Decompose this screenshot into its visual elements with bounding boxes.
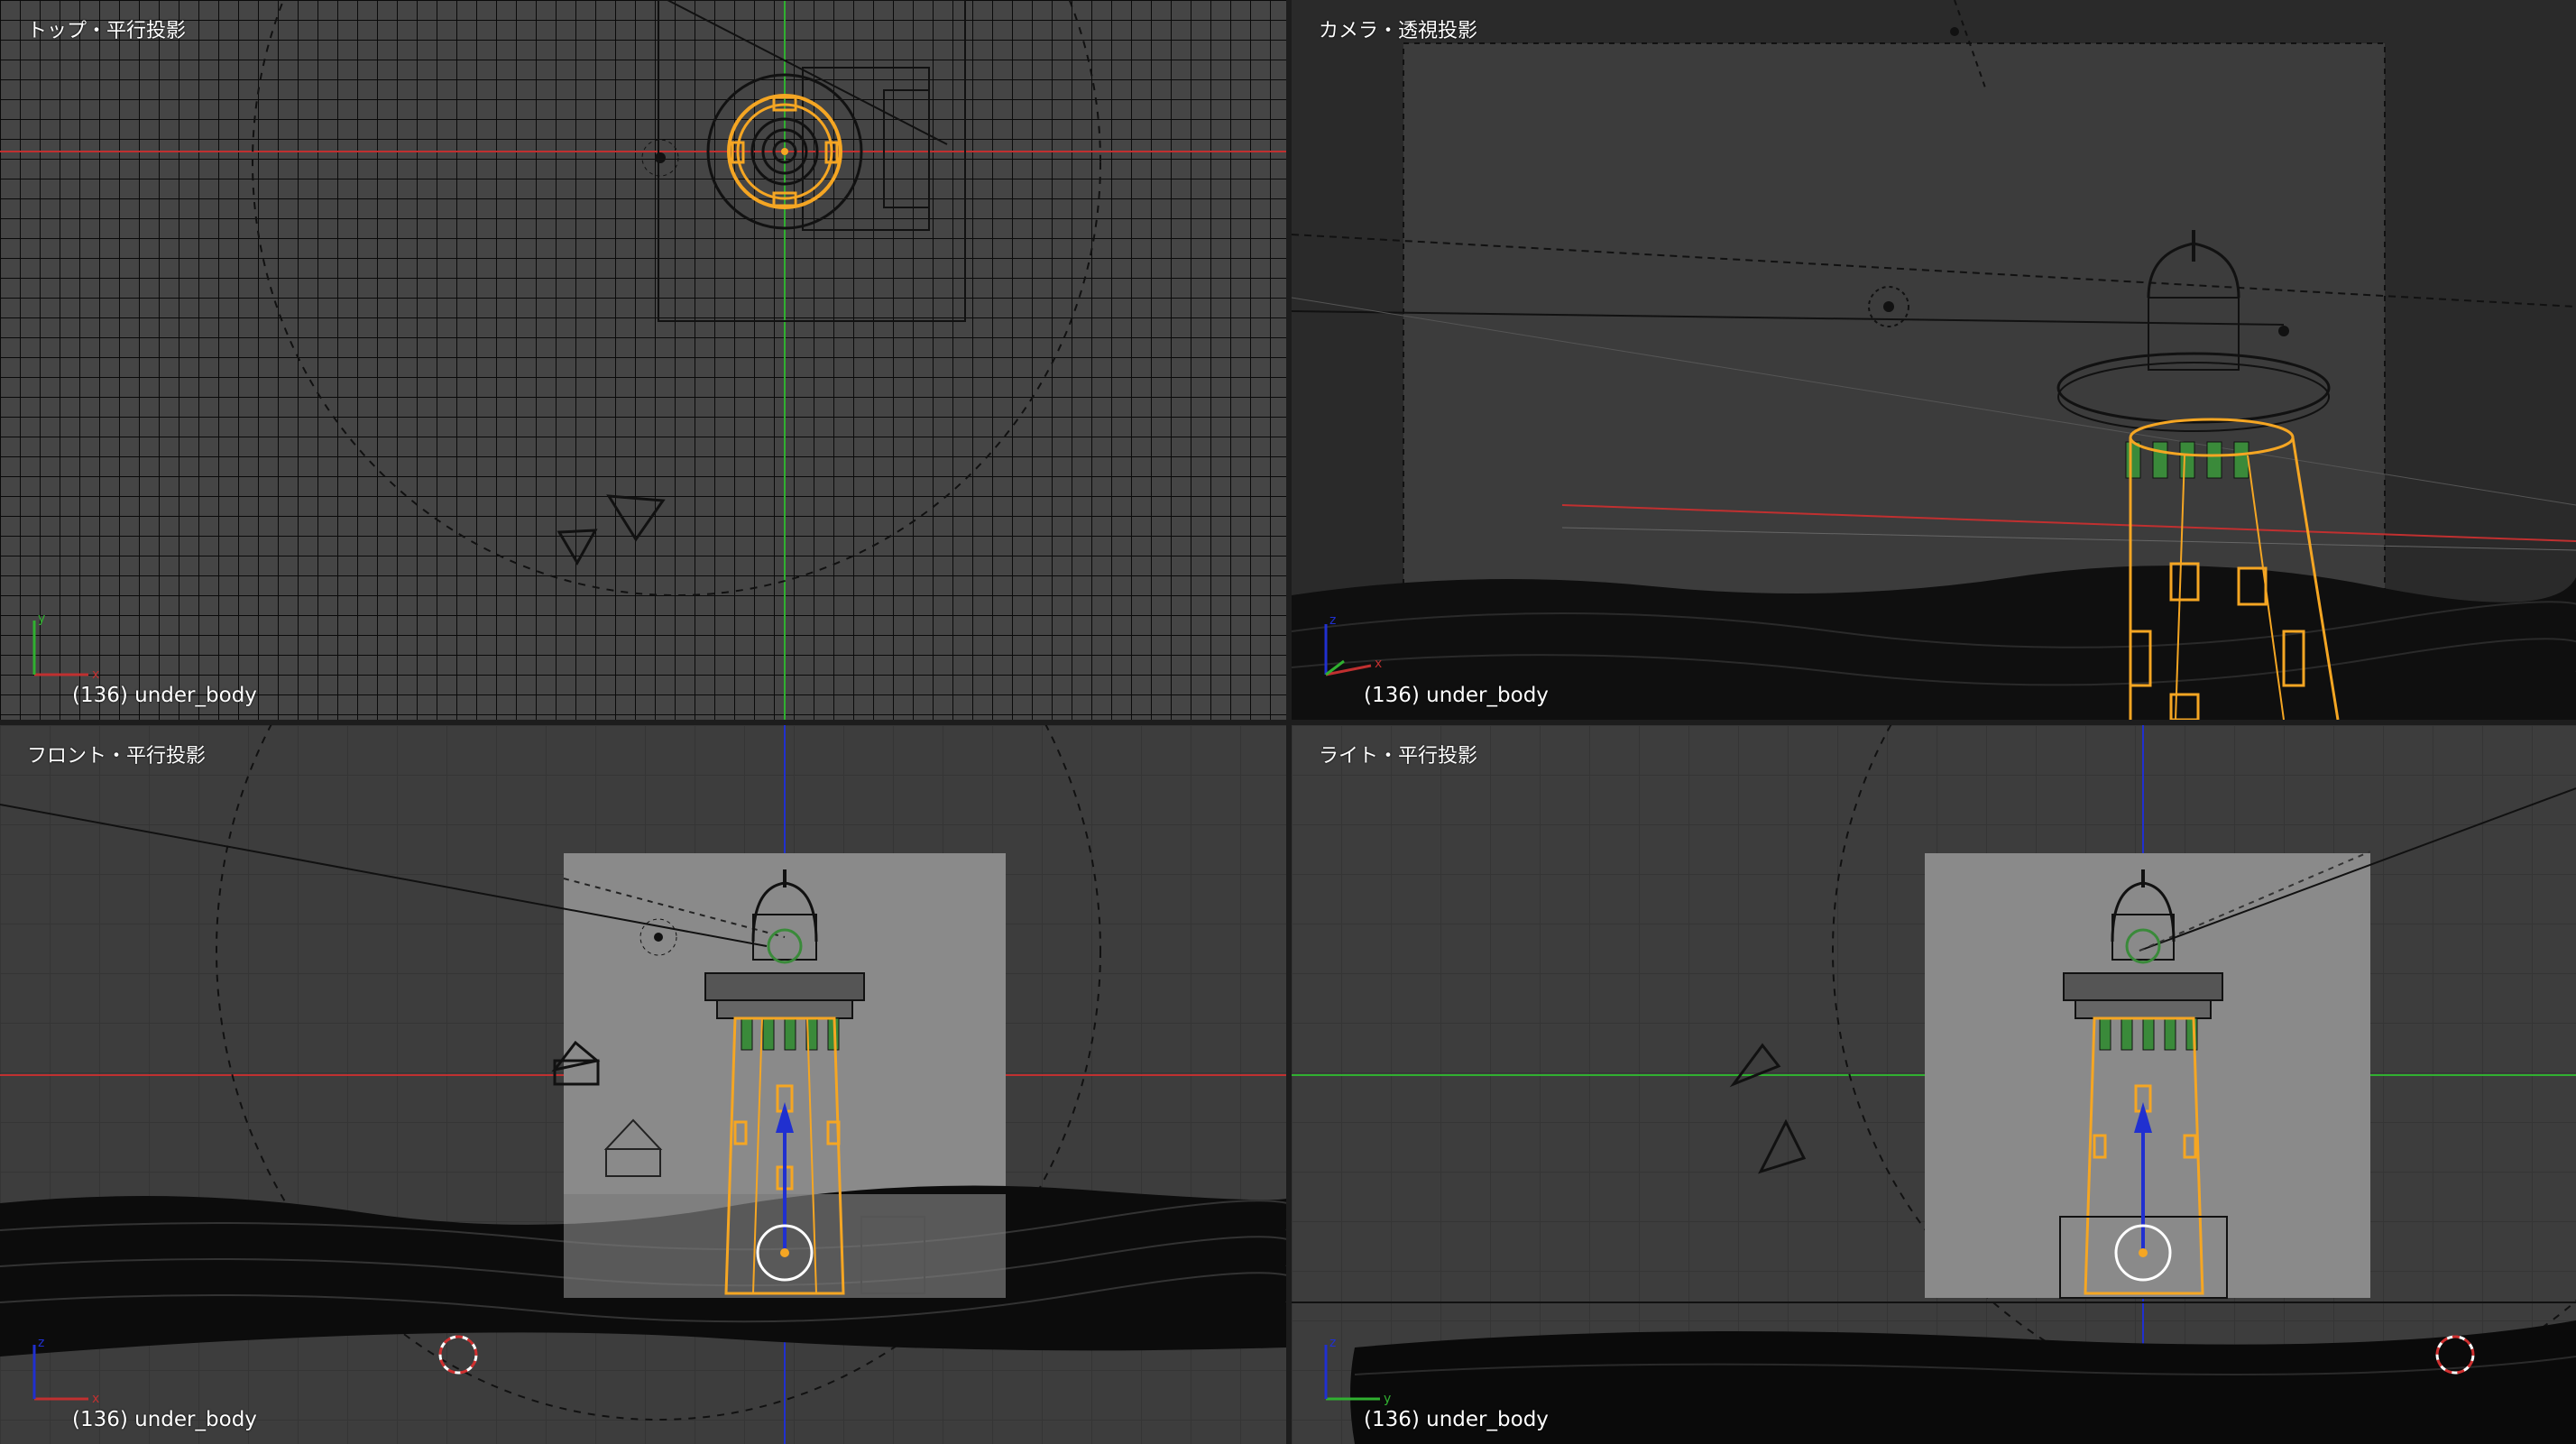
lamp-empty[interactable] — [655, 152, 666, 163]
viewport-right[interactable]: ライト・平行投影 y z (136) under_body — [1292, 725, 2576, 1444]
lamp-empty[interactable] — [654, 933, 663, 942]
svg-text:z: z — [1329, 1336, 1336, 1350]
svg-text:z: z — [1329, 613, 1336, 628]
axis-gizmo: x y — [32, 612, 99, 682]
svg-text:x: x — [92, 667, 99, 682]
ocean-wireframe-grid — [0, 0, 1286, 720]
viewport-label: カメラ・透視投影 — [1319, 20, 1478, 42]
svg-text:z: z — [38, 1336, 44, 1350]
active-object-status: (136) under_body — [1364, 684, 1549, 707]
viewport-label: ライト・平行投影 — [1319, 745, 1478, 768]
svg-text:y: y — [1384, 1392, 1391, 1406]
lamp-empty[interactable] — [1883, 301, 1894, 312]
viewport-label: フロント・平行投影 — [27, 745, 207, 768]
camera-frame — [1403, 42, 2386, 600]
lighthouse-top-wire[interactable] — [706, 73, 863, 230]
active-object-status: (136) under_body — [72, 684, 257, 707]
svg-text:x: x — [92, 1392, 99, 1406]
camera-scene[interactable] — [1292, 0, 2576, 720]
viewport-top[interactable]: トップ・平行投影 x y (136) under_body — [0, 0, 1286, 720]
axis-gizmo: x z — [1324, 613, 1382, 676]
axis-gizmo: y z — [1324, 1336, 1391, 1406]
viewport-label: トップ・平行投影 — [27, 20, 187, 42]
front-scene[interactable] — [0, 725, 1286, 1444]
svg-text:y: y — [38, 612, 45, 626]
ocean-wireframe — [0, 1185, 1286, 1357]
top-scene[interactable] — [0, 0, 1286, 720]
viewport-camera[interactable]: カメラ・透視投影 x z (136) under_body — [1292, 0, 2576, 720]
camera-background-image — [1925, 853, 2370, 1298]
right-scene[interactable] — [1292, 725, 2576, 1444]
axis-gizmo: x z — [32, 1336, 99, 1406]
active-object-status: (136) under_body — [1364, 1408, 1549, 1431]
viewport-front[interactable]: フロント・平行投影 x z (136) under_body — [0, 725, 1286, 1444]
lamp-empty-2[interactable] — [2278, 326, 2289, 336]
svg-text:x: x — [1375, 657, 1382, 671]
active-object-status: (136) under_body — [72, 1408, 257, 1431]
